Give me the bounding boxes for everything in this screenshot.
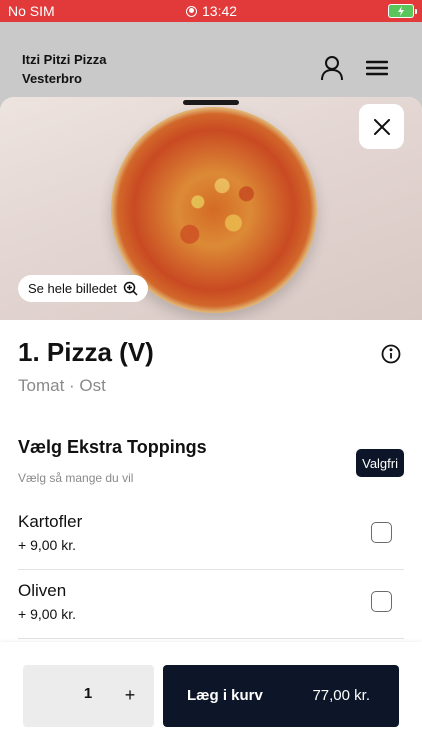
option-price: + 9,00 kr. [18,606,76,622]
time-label: 13:42 [202,3,238,19]
store-name-line1: Itzi Pitzi Pizza [22,52,107,67]
see-full-image-label: Se hele billedet [28,281,117,296]
total-price: 77,00 kr. [312,687,370,704]
product-ingredients: Tomat · Ost [18,376,106,395]
battery-icon [388,4,417,18]
topping-option-kartofler[interactable]: Kartofler + 9,00 kr. [18,502,404,570]
optional-badge: Valgfri [356,449,404,477]
zoom-icon [123,281,138,296]
add-to-cart-label: Læg i kurv [187,687,263,704]
quantity-plus-button[interactable]: + [117,680,143,710]
footer: 1 + Læg i kurv 77,00 kr. [0,642,422,750]
toppings-title: Vælg Ekstra Toppings [18,437,207,457]
status-time: 13:42 [186,3,237,19]
record-icon [186,5,197,17]
quantity-stepper: 1 + [23,665,154,727]
add-to-cart-button[interactable]: Læg i kurv 77,00 kr. [163,665,399,727]
option-checkbox[interactable] [371,522,392,543]
close-icon [373,118,390,135]
quantity-value: 1 [83,685,93,702]
option-checkbox[interactable] [371,591,392,612]
see-full-image-button[interactable]: Se hele billedet [18,275,148,302]
option-price: + 9,00 kr. [18,537,76,553]
menu-icon[interactable] [363,54,391,82]
store-name-line2: Vesterbro [22,71,82,86]
status-bar: No SIM 13:42 [0,0,422,22]
product-title: 1. Pizza (V) [18,337,154,367]
toppings-subtitle: Vælg så mange du vil [18,471,134,485]
close-button[interactable] [359,104,404,149]
store-name: Itzi Pitzi Pizza Vesterbro [22,50,107,88]
drag-handle[interactable] [183,100,239,105]
info-icon[interactable] [381,344,401,364]
option-name: Kartofler [18,512,83,531]
topping-option-oliven[interactable]: Oliven + 9,00 kr. [18,571,404,639]
carrier-label: No SIM [8,3,55,19]
user-icon[interactable] [318,54,346,82]
product-sheet: Se hele billedet 1. Pizza (V) Tomat · Os… [0,97,422,750]
header: Itzi Pitzi Pizza Vesterbro [0,22,422,97]
product-image: Se hele billedet [0,97,422,320]
option-name: Oliven [18,581,67,600]
